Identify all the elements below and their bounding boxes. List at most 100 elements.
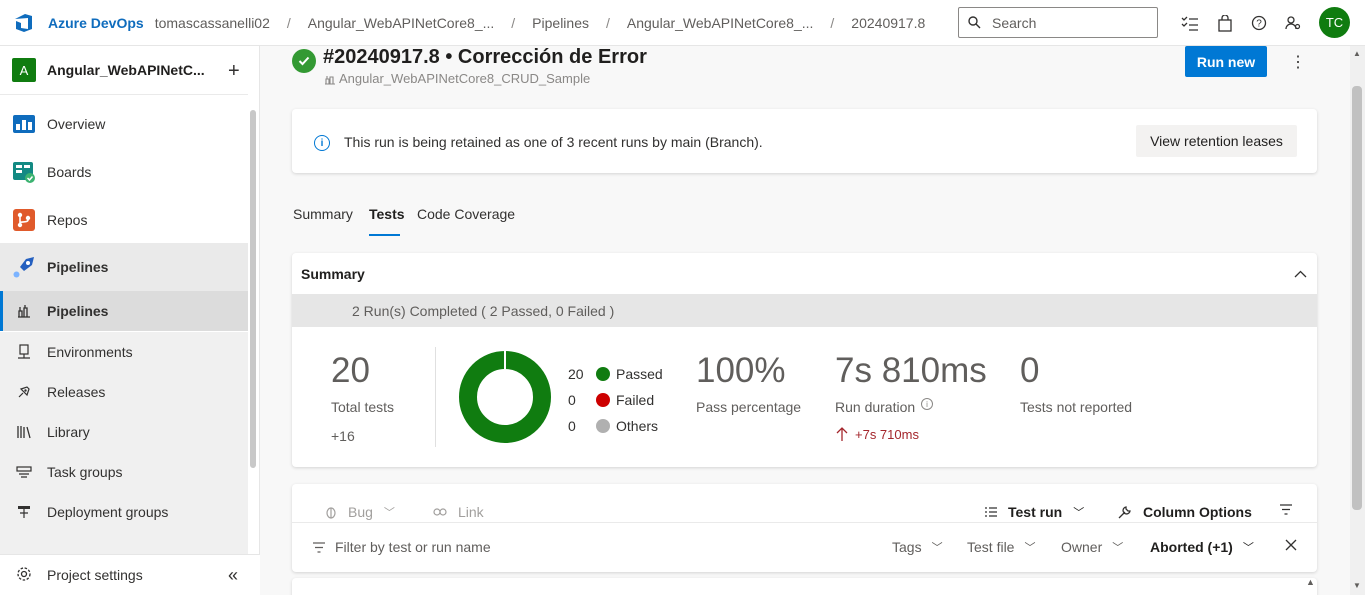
pipeline-link[interactable]: Angular_WebAPINetCore8_CRUD_Sample xyxy=(324,71,590,86)
project-header[interactable]: A Angular_WebAPINetC... xyxy=(0,46,248,95)
sidebar-item-label: Boards xyxy=(47,164,92,180)
chevron-down-icon: ﹀ xyxy=(1024,542,1036,554)
test-summary-card: Summary 2 Run(s) Completed ( 2 Passed, 0… xyxy=(292,253,1317,467)
scrollbar-thumb[interactable] xyxy=(1352,86,1362,510)
azure-devops-logo[interactable]: Azure DevOps xyxy=(0,12,144,34)
passed-label: Passed xyxy=(616,366,663,382)
active-tab-indicator xyxy=(369,234,400,236)
pass-percentage-label: Pass percentage xyxy=(696,399,802,415)
add-icon[interactable]: + xyxy=(228,60,240,83)
deployment-group-icon xyxy=(16,504,32,520)
breadcrumb-org[interactable]: tomascassanelli02 xyxy=(155,15,270,31)
total-tests-label: Total tests xyxy=(331,399,395,415)
passed-dot xyxy=(596,367,610,381)
sidebar-subitem-label: Deployment groups xyxy=(47,504,169,520)
environment-icon xyxy=(16,344,32,360)
bug-label: Bug xyxy=(348,504,373,520)
scroll-up-icon[interactable]: ▲ xyxy=(1306,577,1315,587)
shopping-bag-icon[interactable] xyxy=(1215,13,1235,33)
breadcrumb-project[interactable]: Angular_WebAPINetCore8_... xyxy=(308,15,495,31)
duration-delta-value: +7s 710ms xyxy=(855,426,919,442)
runs-completed-bar: 2 Run(s) Completed ( 2 Passed, 0 Failed … xyxy=(292,294,1317,327)
search-box[interactable]: Search xyxy=(958,7,1158,38)
scroll-down-icon[interactable]: ▼ xyxy=(1353,581,1361,590)
info-icon[interactable]: i xyxy=(921,398,933,410)
owner-filter[interactable]: Owner ﹀ xyxy=(1061,539,1123,555)
others-count: 0 xyxy=(568,418,576,434)
scroll-up-icon[interactable]: ▲ xyxy=(1353,49,1361,58)
legend-others: 0 Others xyxy=(568,418,658,434)
clear-filters-icon[interactable] xyxy=(1285,539,1297,551)
search-icon xyxy=(968,16,981,29)
sidebar-subitem-task-groups[interactable]: Task groups xyxy=(0,452,248,492)
wrench-icon xyxy=(1118,505,1131,518)
sidebar-subitem-overflow xyxy=(0,532,248,554)
retention-message: This run is being retained as one of 3 r… xyxy=(344,134,763,150)
run-duration-value: 7s 810ms xyxy=(835,351,987,390)
sidebar-subitem-library[interactable]: Library xyxy=(0,412,248,452)
outcome-filter[interactable]: Aborted (+1) ﹀ xyxy=(1150,539,1254,555)
test-file-filter[interactable]: Test file ﹀ xyxy=(967,539,1035,555)
group-list-icon xyxy=(985,507,997,517)
passed-count: 20 xyxy=(568,366,584,382)
sidebar-scrollbar[interactable] xyxy=(250,110,256,468)
avatar[interactable]: TC xyxy=(1319,7,1350,38)
tests-not-reported-value: 0 xyxy=(1020,351,1040,390)
sidebar-item-pipelines[interactable]: Pipelines xyxy=(0,243,248,291)
bug-button[interactable]: Bug ﹀ xyxy=(324,504,395,520)
tags-filter-label: Tags xyxy=(892,539,922,555)
view-retention-leases-button[interactable]: View retention leases xyxy=(1136,125,1297,157)
chevron-down-icon: ﹀ xyxy=(1073,507,1085,519)
project-settings[interactable]: Project settings « xyxy=(0,554,260,595)
sidebar-subitem-pipelines[interactable]: Pipelines xyxy=(0,291,248,331)
link-button[interactable]: Link xyxy=(433,504,484,520)
sidebar-item-label: Pipelines xyxy=(47,259,109,275)
breadcrumb-pipeline[interactable]: Angular_WebAPINetCore8_... xyxy=(627,15,814,31)
filter-icon[interactable] xyxy=(1279,504,1293,515)
link-label: Link xyxy=(458,504,484,520)
breadcrumb-separator: / xyxy=(830,14,835,31)
total-tests-value: 20 xyxy=(331,351,370,390)
sidebar-item-label: Repos xyxy=(47,212,88,228)
help-icon[interactable]: ? xyxy=(1249,13,1269,33)
column-options-button[interactable]: Column Options xyxy=(1117,504,1252,520)
run-new-button[interactable]: Run new xyxy=(1185,46,1267,77)
pipeline-name[interactable]: Angular_WebAPINetCore8_CRUD_Sample xyxy=(339,71,590,86)
sidebar-subitem-releases[interactable]: Releases xyxy=(0,372,248,412)
breadcrumb-separator: / xyxy=(606,14,610,31)
breadcrumb-separator: / xyxy=(286,14,291,31)
test-file-filter-label: Test file xyxy=(967,539,1015,555)
azure-devops-icon xyxy=(15,13,32,32)
release-icon xyxy=(16,384,32,400)
more-options-icon[interactable]: ⋮ xyxy=(1290,52,1306,72)
sidebar-item-repos[interactable]: Repos xyxy=(0,204,248,236)
breadcrumb-run[interactable]: 20240917.8 xyxy=(851,15,925,31)
task-list-icon[interactable] xyxy=(1180,13,1200,33)
group-by-dropdown[interactable]: Test run ﹀ xyxy=(984,504,1084,520)
link-icon xyxy=(433,508,447,516)
failed-label: Failed xyxy=(616,392,655,408)
project-name[interactable]: Angular_WebAPINetC... xyxy=(47,62,205,78)
tags-filter[interactable]: Tags ﹀ xyxy=(892,539,943,555)
tab-code-coverage[interactable]: Code Coverage xyxy=(417,206,515,222)
collapse-sidebar-icon[interactable]: « xyxy=(228,565,238,586)
info-icon: i xyxy=(314,135,330,151)
repos-icon xyxy=(12,208,36,232)
success-check-icon xyxy=(292,49,316,73)
duration-delta: +7s 710ms xyxy=(835,426,919,442)
filter-icon xyxy=(313,541,325,553)
tab-summary[interactable]: Summary xyxy=(293,206,353,222)
sidebar-item-boards[interactable]: Boards xyxy=(0,156,248,188)
breadcrumb-pipelines[interactable]: Pipelines xyxy=(532,15,589,31)
brand-name[interactable]: Azure DevOps xyxy=(48,15,144,31)
sidebar-item-overview[interactable]: Overview xyxy=(0,108,248,140)
arrow-up-icon xyxy=(836,427,848,441)
chevron-down-icon: ﹀ xyxy=(1242,542,1254,554)
tab-tests[interactable]: Tests xyxy=(369,206,405,222)
user-settings-icon[interactable] xyxy=(1283,13,1303,33)
page-scrollbar[interactable]: ▲ ▼ xyxy=(1350,46,1365,595)
sidebar-subitem-environments[interactable]: Environments xyxy=(0,332,248,372)
chevron-up-icon[interactable] xyxy=(1294,265,1307,281)
filter-text-input[interactable]: Filter by test or run name xyxy=(312,539,491,555)
sidebar-subitem-deployment-groups[interactable]: Deployment groups xyxy=(0,492,248,532)
